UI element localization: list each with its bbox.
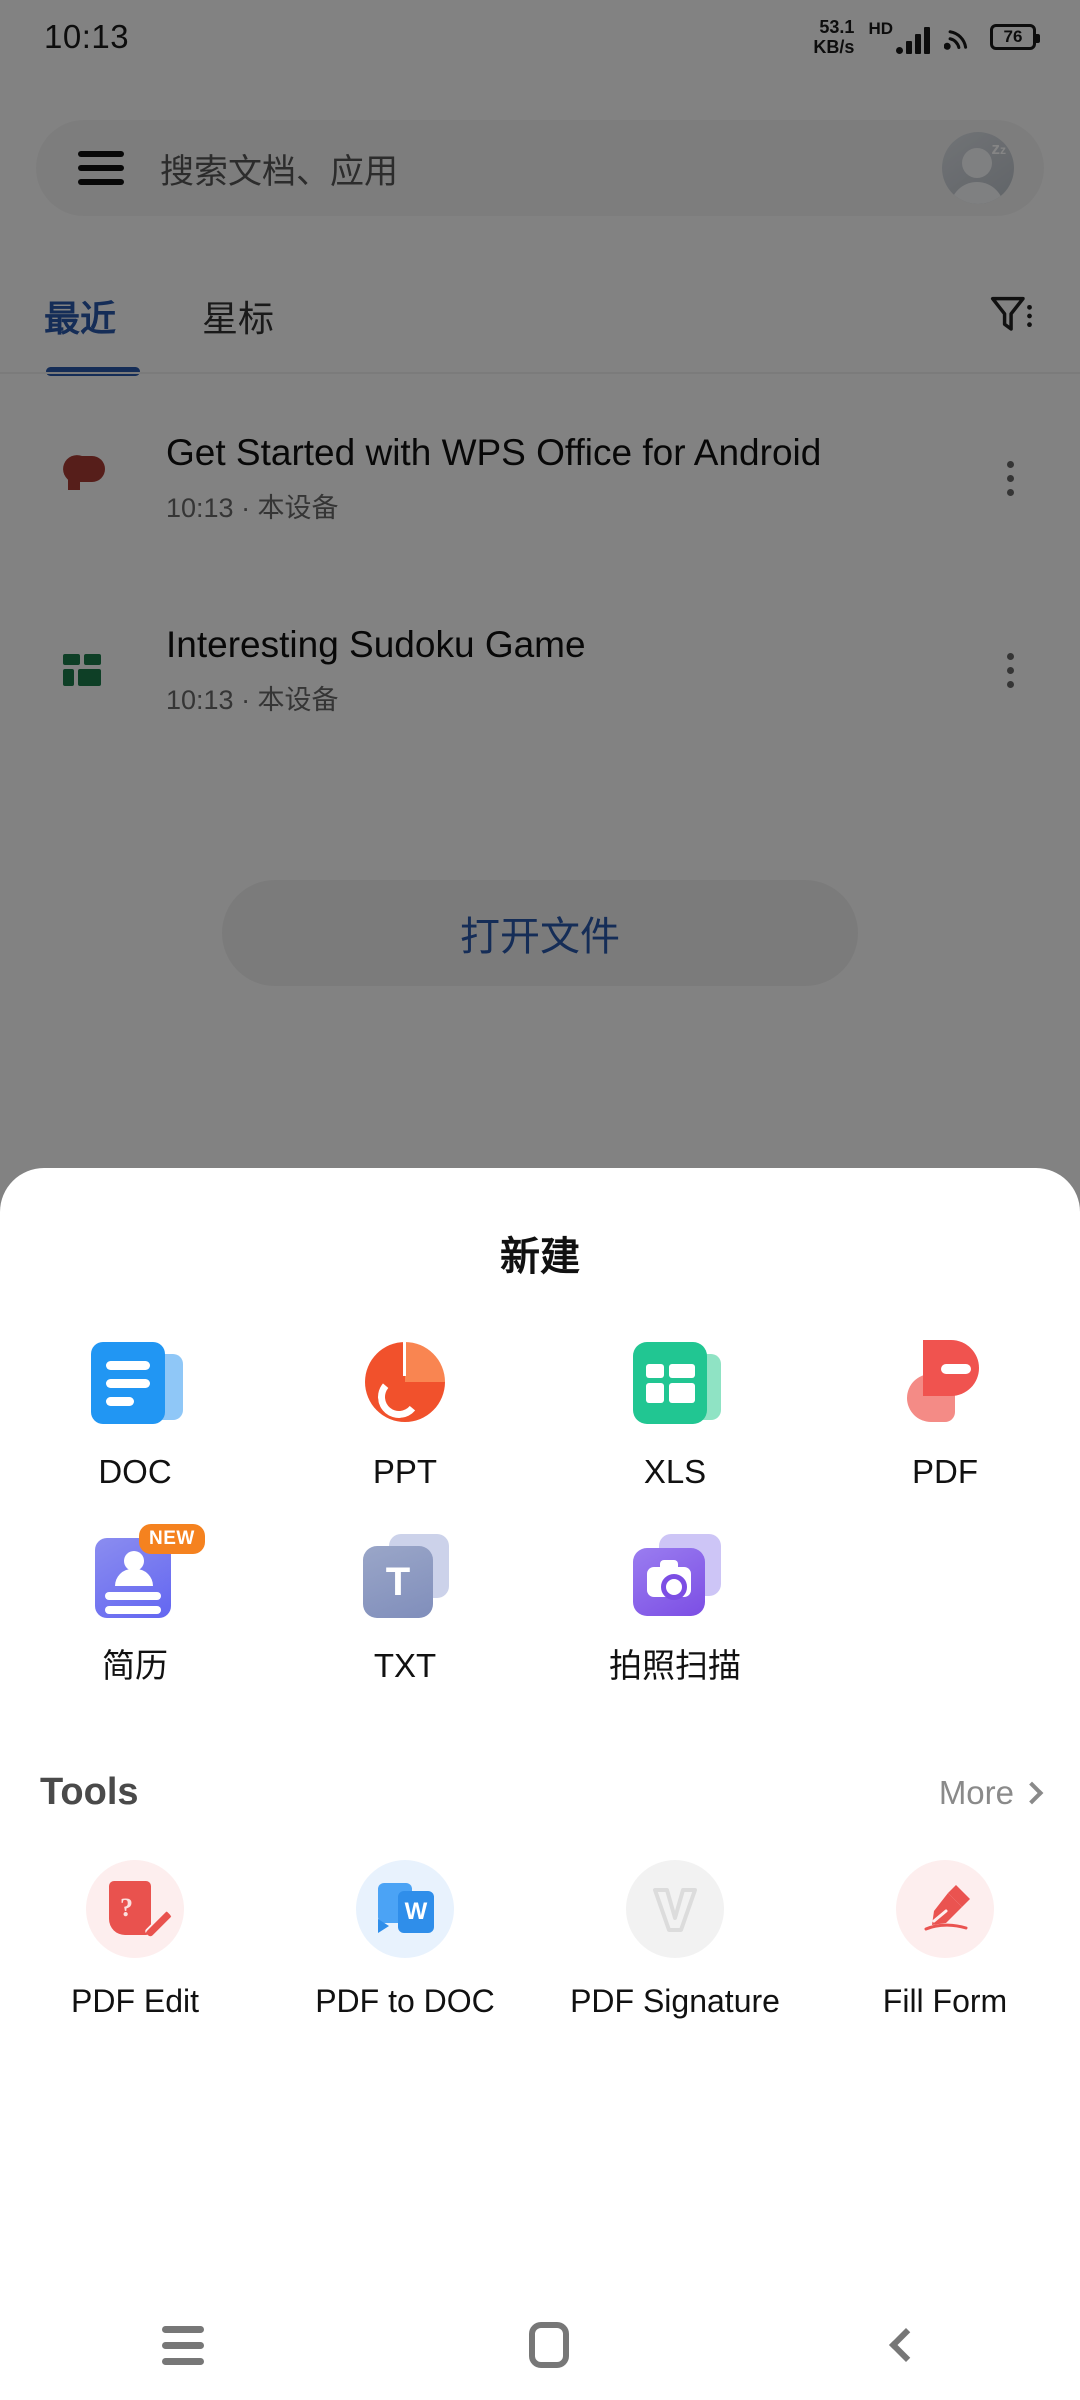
tool-item-pdf-signature[interactable]: PDF Signature xyxy=(540,1860,810,2022)
doc-icon xyxy=(87,1334,183,1430)
pen-nib-icon xyxy=(924,1885,970,1931)
create-item-txt[interactable]: T TXT xyxy=(270,1528,540,1686)
sheet-title: 新建 xyxy=(500,1235,580,1279)
txt-icon: T xyxy=(357,1528,453,1624)
new-badge: NEW xyxy=(139,1523,205,1554)
pdf-edit-icon: ? xyxy=(86,1860,184,1959)
tools-grid: ? PDF Edit W PDF to DOC PDF Signature Fi… xyxy=(0,1860,1080,2022)
create-item-label: PPT xyxy=(372,1453,438,1490)
create-item-ppt[interactable]: PPT xyxy=(270,1334,540,1492)
ppt-icon xyxy=(357,1334,453,1430)
pdf-to-doc-icon: W xyxy=(356,1860,454,1959)
pdf-icon xyxy=(897,1334,993,1430)
create-item-label: TXT xyxy=(373,1646,437,1684)
tool-item-label: Fill Form xyxy=(882,1983,1008,2020)
phone-screen: 10:13 53.1 KB/s HD 76 搜索文档、应用 zz 最近 星标 G… xyxy=(0,0,1080,2400)
back-icon[interactable] xyxy=(888,2328,923,2362)
create-grid-row-1: DOC PPT XLS PDF xyxy=(0,1334,1080,1492)
create-item-label: XLS xyxy=(643,1453,707,1490)
fill-form-icon xyxy=(896,1860,994,1959)
create-item-label: 拍照扫描 xyxy=(609,1646,741,1684)
create-item-doc[interactable]: DOC xyxy=(0,1334,270,1492)
xls-icon xyxy=(627,1334,723,1430)
recents-icon[interactable] xyxy=(162,2325,205,2365)
chevron-right-icon xyxy=(1020,1781,1044,1805)
tool-item-label: PDF to DOC xyxy=(315,1983,495,2020)
create-item-label: DOC xyxy=(98,1453,172,1490)
tools-more-button[interactable]: More xyxy=(938,1773,1044,1812)
create-item-label: PDF xyxy=(912,1453,978,1490)
android-navigation-bar xyxy=(0,2290,1080,2400)
create-item-xls[interactable]: XLS xyxy=(540,1334,810,1492)
camera-scan-icon xyxy=(627,1528,723,1624)
tool-item-label: PDF Edit xyxy=(70,1983,200,2020)
tools-header: Tools More xyxy=(0,1771,1080,1814)
tools-title: Tools xyxy=(40,1771,139,1814)
tool-item-pdf-edit[interactable]: ? PDF Edit xyxy=(0,1860,270,2022)
create-item-resume[interactable]: NEW 简历 xyxy=(0,1523,270,1686)
create-item-label: 简历 xyxy=(102,1646,168,1684)
create-grid-row-2: NEW 简历 T TXT 拍照扫描 xyxy=(0,1523,1080,1686)
home-icon[interactable] xyxy=(528,2322,569,2368)
create-bottom-sheet: 新建 DOC PPT XLS PDF NEW 简历 T TXT 拍照扫描 Too… xyxy=(0,1168,1080,2400)
tool-item-label: PDF Signature xyxy=(570,1983,780,2020)
wps-logo-icon xyxy=(653,1888,697,1933)
create-item-pdf[interactable]: PDF xyxy=(810,1334,1080,1492)
resume-icon: NEW xyxy=(87,1523,205,1624)
tool-item-pdf-to-doc[interactable]: W PDF to DOC xyxy=(270,1860,540,2022)
tools-more-label: More xyxy=(938,1773,1014,1811)
create-item-camera-scan[interactable]: 拍照扫描 xyxy=(540,1528,810,1686)
tool-item-fill-form[interactable]: Fill Form xyxy=(810,1860,1080,2022)
pdf-signature-icon xyxy=(626,1860,724,1959)
create-grid-empty-slot xyxy=(810,1528,1080,1686)
